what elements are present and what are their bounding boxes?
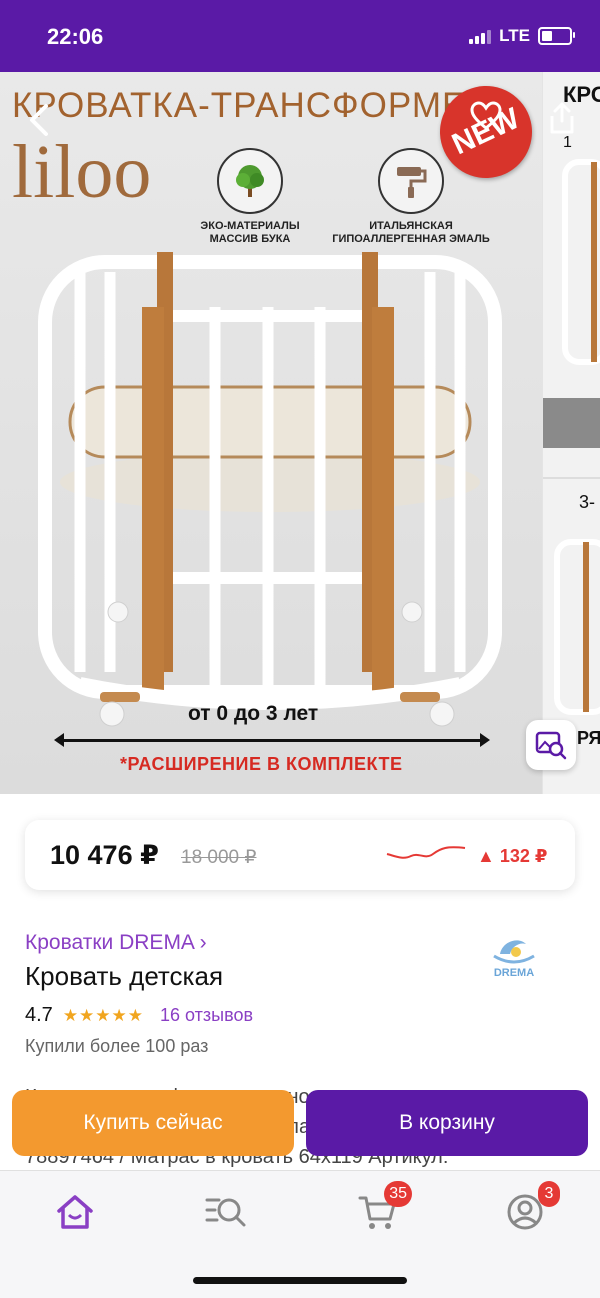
catalog-search-icon bbox=[205, 1198, 246, 1227]
price-change: ▲ 132 ₽ bbox=[477, 846, 548, 866]
home-indicator[interactable] bbox=[193, 1277, 407, 1284]
nav-catalog[interactable] bbox=[200, 1189, 250, 1235]
share-icon bbox=[550, 102, 574, 134]
heart-icon bbox=[470, 101, 502, 130]
home-icon bbox=[57, 1195, 93, 1229]
expansion-note: *РАСШИРЕНИЕ В КОМПЛЕКТЕ bbox=[120, 754, 403, 774]
crib-illustration bbox=[38, 252, 502, 727]
seller-logo[interactable]: DREMA bbox=[486, 928, 542, 984]
product-image-next[interactable]: КРО 1 3- РЯ bbox=[543, 72, 600, 794]
rating-value: 4.7 bbox=[25, 1004, 53, 1026]
purchase-count: Купили более 100 раз bbox=[25, 1036, 209, 1056]
reviews-link[interactable]: 16 отзывов bbox=[160, 1005, 253, 1026]
status-time: 22:06 bbox=[47, 24, 104, 49]
product-title: Кровать детская bbox=[25, 961, 224, 991]
favorite-button[interactable] bbox=[466, 96, 506, 136]
visual-search-button[interactable] bbox=[526, 720, 576, 770]
status-indicators: LTE bbox=[469, 26, 575, 46]
brand-link[interactable]: Кроватки DREMA › bbox=[25, 931, 207, 955]
nav-home[interactable] bbox=[50, 1189, 100, 1235]
next-image-band bbox=[543, 398, 600, 448]
svg-text:DREMA: DREMA bbox=[494, 967, 534, 979]
back-button[interactable] bbox=[22, 100, 56, 140]
next-image-crib-2 bbox=[554, 539, 600, 715]
chevron-left-icon bbox=[30, 104, 48, 136]
cart-count-badge: 35 bbox=[384, 1181, 412, 1207]
profile-count-badge: 3 bbox=[538, 1181, 560, 1207]
current-price: 10 476 ₽ bbox=[50, 840, 159, 870]
next-image-step-3: 3- bbox=[579, 492, 596, 512]
status-bar: 22:06 LTE bbox=[0, 0, 600, 72]
star-rating-icon: ★★★★★ bbox=[62, 1005, 145, 1025]
drema-logo-icon: DREMA bbox=[493, 940, 535, 979]
nav-cart[interactable]: 35 bbox=[352, 1181, 412, 1235]
image-divider bbox=[543, 477, 600, 479]
image-search-icon bbox=[535, 731, 567, 760]
network-type: LTE bbox=[499, 26, 530, 45]
signal-icon bbox=[469, 28, 492, 44]
next-image-tag: РЯ bbox=[577, 728, 600, 748]
age-arrow bbox=[54, 733, 490, 747]
buy-now-button[interactable]: Купить сейчас bbox=[12, 1090, 294, 1156]
product-image-main[interactable]: КРОВАТКА-ТРАНСФОРМЕР liloo ЭКО-МАТЕРИАЛЫ… bbox=[0, 72, 548, 794]
price-trend-icon bbox=[386, 846, 466, 859]
add-to-cart-button[interactable]: В корзину bbox=[306, 1090, 588, 1156]
nav-profile[interactable]: 3 bbox=[500, 1181, 560, 1235]
old-price: 18 000 ₽ bbox=[181, 847, 257, 868]
price-card[interactable]: 10 476 ₽ 18 000 ₽ ▲ 132 ₽ bbox=[25, 820, 575, 890]
rating-row: 4.7 ★★★★★ 16 отзывов bbox=[25, 1004, 253, 1027]
next-image-crib bbox=[562, 159, 600, 365]
age-range-label: от 0 до 3 лет bbox=[188, 702, 319, 725]
product-gallery[interactable]: КРОВАТКА-ТРАНСФОРМЕР liloo ЭКО-МАТЕРИАЛЫ… bbox=[0, 72, 600, 794]
share-button[interactable] bbox=[542, 98, 582, 138]
battery-icon bbox=[538, 27, 575, 45]
